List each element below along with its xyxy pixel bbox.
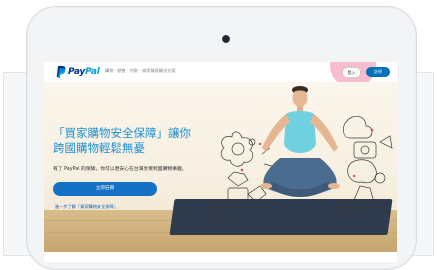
page-content-below — [44, 252, 397, 262]
logo-pal-text: Pal — [85, 67, 100, 77]
top-navigation-bar: PayPal 購物 · 銷售 · 付款 · 商家貿易解決方案 登入 註冊 — [44, 62, 397, 88]
yoga-woman-illustration — [217, 86, 393, 219]
register-now-button[interactable]: 立即註冊 — [53, 182, 157, 196]
hero-headline: 「買家購物安全保障」讓你 跨國購物輕鬆無憂 — [53, 126, 191, 155]
main-nav-links[interactable]: 購物 · 銷售 · 付款 · 商家貿易解決方案 — [105, 68, 176, 74]
paypal-p-icon — [56, 66, 66, 78]
login-button[interactable]: 登入 — [342, 67, 361, 78]
paypal-wordmark: PayPal — [68, 67, 100, 77]
learn-more-link[interactable]: 進一步了解「買家購物安全保障」 — [55, 204, 118, 210]
paypal-logo[interactable]: PayPal — [56, 66, 100, 78]
camera-icon — [222, 35, 230, 43]
logo-pay-text: Pay — [68, 67, 86, 77]
tablet-screen: PayPal 購物 · 銷售 · 付款 · 商家貿易解決方案 登入 註冊 「買家… — [44, 62, 397, 262]
signup-button[interactable]: 註冊 — [366, 67, 390, 77]
hero-banner: 「買家購物安全保障」讓你 跨國購物輕鬆無憂 有了 PayPal 的保障，你可以更… — [44, 82, 397, 252]
hero-subtext: 有了 PayPal 的保障，你可以更安心在台灣享受跨國購物樂趣。 — [53, 167, 187, 172]
